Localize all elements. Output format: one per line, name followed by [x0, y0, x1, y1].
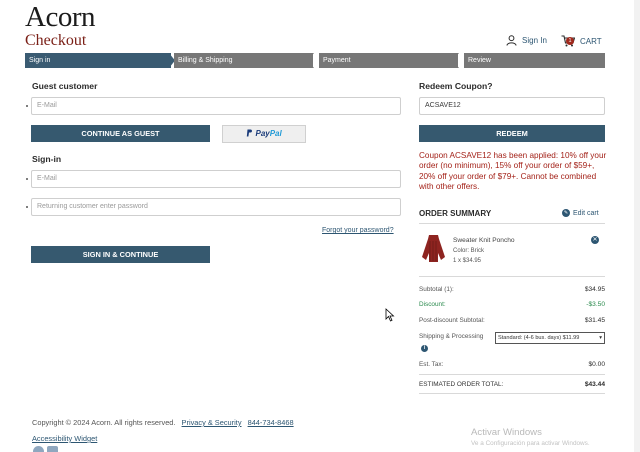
required-marker: [26, 206, 28, 208]
guest-email-input[interactable]: E-Mail: [31, 97, 401, 115]
sign-in-label: Sign In: [522, 36, 547, 45]
redeem-coupon-title: Redeem Coupon?: [419, 81, 493, 91]
product-color: Color: Brick: [453, 248, 485, 254]
remove-item-icon[interactable]: ✕: [591, 236, 599, 244]
order-summary-title: ORDER SUMMARY: [419, 209, 492, 218]
divider: [419, 374, 605, 375]
subtotal-value: $34.95: [584, 286, 605, 293]
paypal-pal: Pal: [269, 129, 282, 138]
tax-value: $0.00: [588, 361, 605, 368]
mouse-cursor-icon: [385, 308, 395, 322]
shipping-method-select[interactable]: Standard: (4-6 bus. days) $11.99 ▾: [495, 332, 605, 344]
paypal-button[interactable]: PayPal: [222, 125, 306, 143]
divider: [419, 393, 605, 394]
vertical-scrollbar[interactable]: [634, 0, 640, 452]
copyright-text: Copyright © 2024 Acorn. All rights reser…: [32, 418, 176, 427]
acorn-logo[interactable]: Acorn: [25, 1, 95, 34]
step-payment: Payment: [319, 53, 459, 68]
page-title: Checkout: [25, 32, 87, 49]
shipping-selected-value: Standard: (4-6 bus. days) $11.99: [498, 335, 580, 341]
activation-watermark-title: Activar Windows: [471, 427, 542, 438]
user-icon: [506, 35, 517, 46]
edit-cart-label: Edit cart: [573, 209, 599, 217]
accessibility-icon: [33, 446, 44, 452]
tax-label: Est. Tax:: [419, 361, 444, 368]
step-billing-shipping: Billing & Shipping: [174, 53, 314, 68]
total-value: $43.44: [584, 381, 605, 388]
product-image[interactable]: [421, 233, 446, 263]
accessibility-icon: [47, 446, 58, 452]
password-input[interactable]: Returning customer enter password: [31, 198, 401, 216]
guest-customer-title: Guest customer: [32, 81, 98, 91]
discount-value: -$3.50: [586, 301, 605, 308]
discount-label: Discount:: [419, 301, 446, 308]
step-review: Review: [464, 53, 605, 68]
forgot-password-link[interactable]: Forgot your password?: [322, 227, 394, 234]
info-icon[interactable]: i: [421, 345, 428, 352]
cart-link[interactable]: 1 CART: [561, 35, 602, 47]
activation-watermark-subtitle: Ve a Configuración para activar Windows.: [471, 440, 590, 447]
divider: [419, 276, 605, 277]
sign-in-continue-button[interactable]: SIGN IN & CONTINUE: [31, 246, 210, 263]
pencil-icon: ✎: [562, 209, 570, 217]
divider: [419, 223, 605, 224]
chevron-down-icon: ▾: [599, 335, 602, 341]
cart-label: CART: [580, 36, 602, 46]
paypal-pay: Pay: [255, 129, 270, 138]
post-discount-label: Post-discount Subtotal:: [419, 317, 485, 324]
total-label: ESTIMATED ORDER TOTAL:: [419, 381, 504, 388]
sign-in-link[interactable]: Sign In: [506, 35, 547, 46]
required-marker: [26, 178, 28, 180]
checkout-steps: Sign in Billing & Shipping Payment Revie…: [25, 53, 605, 68]
product-name[interactable]: Sweater Knit Poncho: [453, 237, 515, 244]
continue-as-guest-button[interactable]: CONTINUE AS GUEST: [31, 125, 210, 142]
signin-email-input[interactable]: E-Mail: [31, 170, 401, 188]
paypal-icon: [247, 129, 253, 137]
footer-copyright: Copyright © 2024 Acorn. All rights reser…: [32, 418, 294, 427]
cart-icon: 1: [561, 35, 576, 47]
edit-cart-link[interactable]: ✎ Edit cart: [562, 209, 599, 217]
step-sign-in: Sign in: [25, 53, 171, 68]
post-discount-value: $31.45: [584, 317, 605, 324]
phone-link[interactable]: 844-734-8468: [248, 418, 294, 427]
cart-count-badge: 1: [566, 37, 574, 45]
required-marker: [26, 105, 28, 107]
accessibility-icons[interactable]: [33, 446, 63, 452]
coupon-applied-message: Coupon ACSAVE12 has been applied: 10% of…: [419, 151, 607, 191]
sign-in-title: Sign-in: [32, 154, 62, 164]
accessibility-widget-link[interactable]: Accessibility Widget: [32, 434, 97, 443]
shipping-label: Shipping & Processing: [419, 333, 484, 340]
product-qty-price: 1 x $34.95: [453, 258, 482, 264]
redeem-button[interactable]: REDEEM: [419, 125, 605, 142]
subtotal-label: Subtotal (1):: [419, 286, 454, 293]
coupon-input[interactable]: ACSAVE12: [419, 97, 605, 115]
privacy-security-link[interactable]: Privacy & Security: [182, 418, 242, 427]
